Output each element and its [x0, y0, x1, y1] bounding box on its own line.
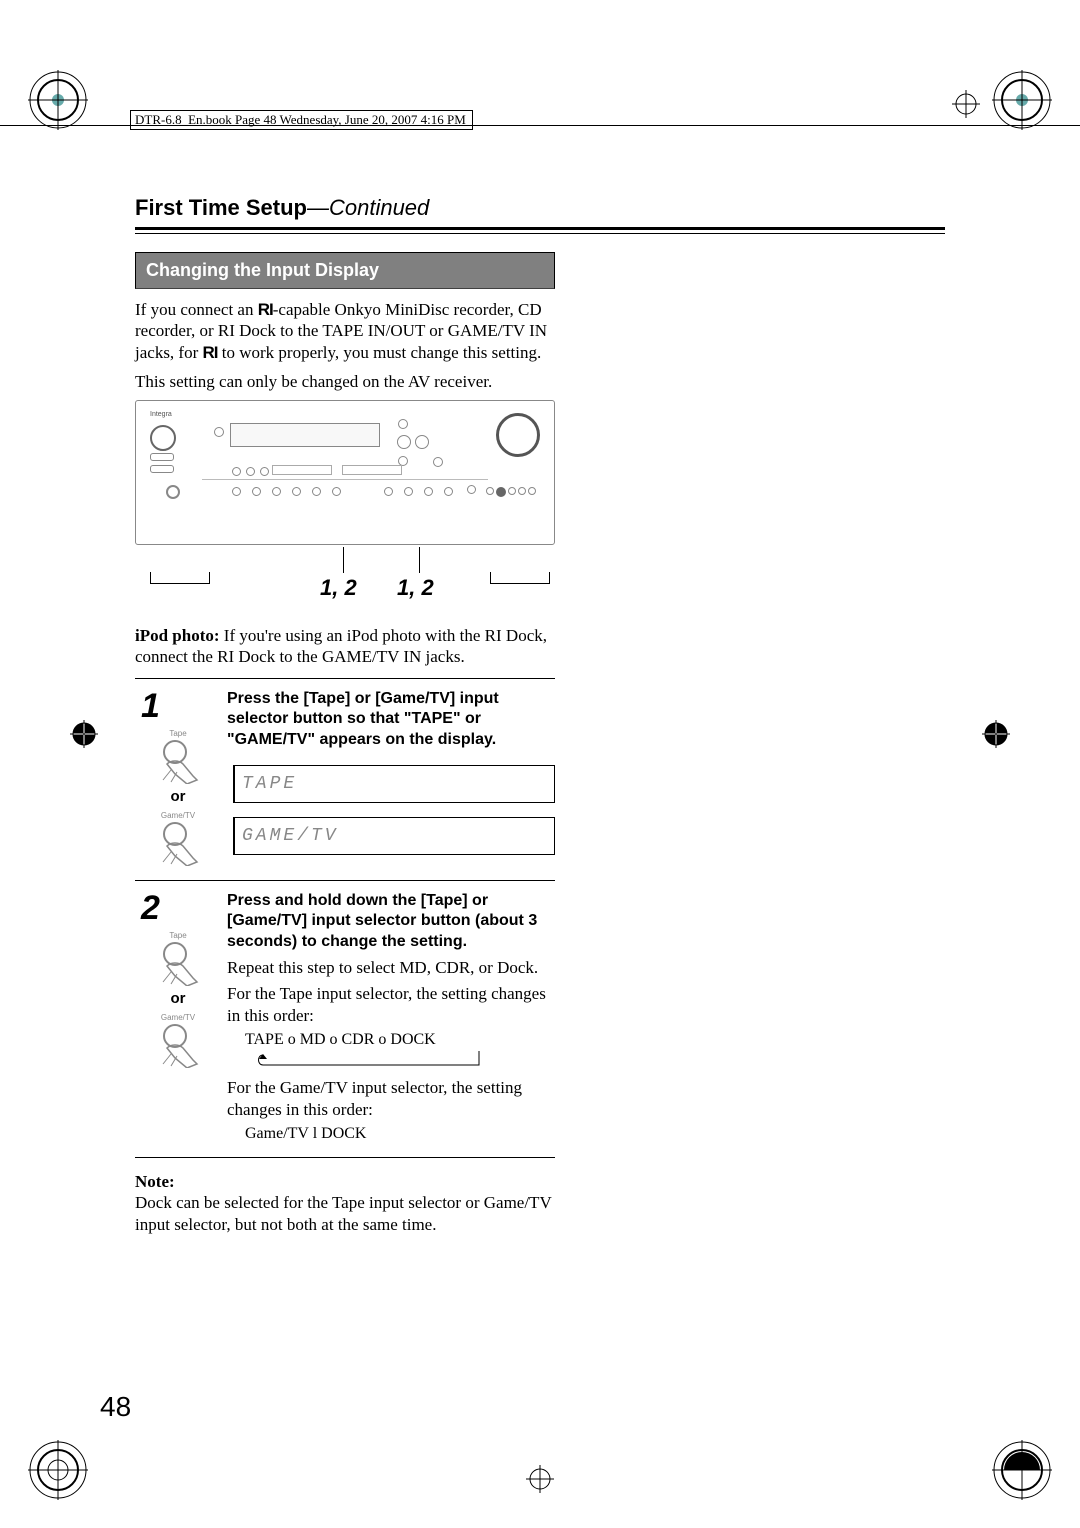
- step-2-heading: Press and hold down the [Tape] or [Game/…: [227, 891, 555, 953]
- step-1: 1 Tape or Game/TV Press the [Tape] or [G…: [135, 679, 555, 881]
- title-rule: [135, 227, 945, 230]
- figure-label-1: 1, 2: [320, 575, 357, 601]
- lcd-display-gametv: GAME/TV: [233, 817, 555, 855]
- tape-button-icon: [153, 740, 203, 784]
- ri-symbol: RI: [258, 300, 273, 319]
- gametv-button-icon: [153, 1024, 203, 1068]
- step-1-button-1-label: Tape: [135, 729, 221, 738]
- step-2-button-1-label: Tape: [135, 931, 221, 940]
- intro-paragraph-2: This setting can only be changed on the …: [135, 371, 555, 392]
- step-2-button-2-label: Game/TV: [135, 1013, 221, 1022]
- steps-table: 1 Tape or Game/TV Press the [Tape] or [G…: [135, 678, 555, 1159]
- figure-label-2: 1, 2: [397, 575, 434, 601]
- step-1-heading: Press the [Tape] or [Game/TV] input sele…: [227, 689, 555, 751]
- note-heading: Note:: [135, 1172, 555, 1192]
- gametv-button-icon: [153, 822, 203, 866]
- receiver-diagram: Integra: [135, 400, 555, 545]
- section-title: First Time Setup—Continued: [135, 195, 555, 221]
- registration-mark-br: [992, 1440, 1052, 1500]
- step-2: 2 Tape or Game/TV Press and hold down th…: [135, 881, 555, 1159]
- intro-paragraph-1: If you connect an RI-capable Onkyo MiniD…: [135, 299, 555, 363]
- note-body: Dock can be selected for the Tape input …: [135, 1192, 555, 1235]
- cycle-return-arrow: [253, 1051, 483, 1071]
- step-2-body-1: Repeat this step to select MD, CDR, or D…: [227, 957, 555, 979]
- cycle-sequence-2: Game/TV l DOCK: [227, 1125, 555, 1143]
- registration-mark-tr: [992, 70, 1052, 130]
- lcd-display-tape: TAPE: [233, 765, 555, 803]
- tape-button-icon: [153, 942, 203, 986]
- ipod-note: iPod photo: If you're using an iPod phot…: [135, 625, 555, 668]
- cycle-sequence-1: TAPE o MD o CDR o DOCK: [227, 1031, 555, 1049]
- subsection-bar: Changing the Input Display: [135, 252, 555, 289]
- step-2-or: or: [135, 990, 221, 1007]
- registration-mark-bl: [28, 1440, 88, 1500]
- crop-mark-top: [952, 90, 980, 118]
- header-meta-text: DTR-6.8_En.book Page 48 Wednesday, June …: [130, 110, 473, 130]
- ri-symbol: RI: [203, 343, 218, 362]
- section-title-suffix: —Continued: [307, 195, 429, 220]
- crop-mark-right: [982, 720, 1010, 748]
- step-1-or: or: [135, 788, 221, 805]
- step-1-button-2-label: Game/TV: [135, 811, 221, 820]
- step-2-number: 2: [135, 891, 221, 925]
- ipod-note-bold: iPod photo:: [135, 626, 220, 645]
- header-meta: DTR-6.8_En.book Page 48 Wednesday, June …: [130, 110, 473, 130]
- page: DTR-6.8_En.book Page 48 Wednesday, June …: [0, 0, 1080, 1528]
- section-title-main: First Time Setup: [135, 195, 307, 220]
- step-2-body-2: For the Tape input selector, the setting…: [227, 983, 555, 1027]
- registration-mark-tl: [28, 70, 88, 130]
- figure-callouts: 1, 2 1, 2: [135, 547, 555, 607]
- crop-mark-bottom: [526, 1465, 554, 1493]
- step-2-body-3: For the Game/TV input selector, the sett…: [227, 1077, 555, 1121]
- step-1-number: 1: [135, 689, 221, 723]
- crop-mark-left: [70, 720, 98, 748]
- page-number: 48: [100, 1391, 131, 1423]
